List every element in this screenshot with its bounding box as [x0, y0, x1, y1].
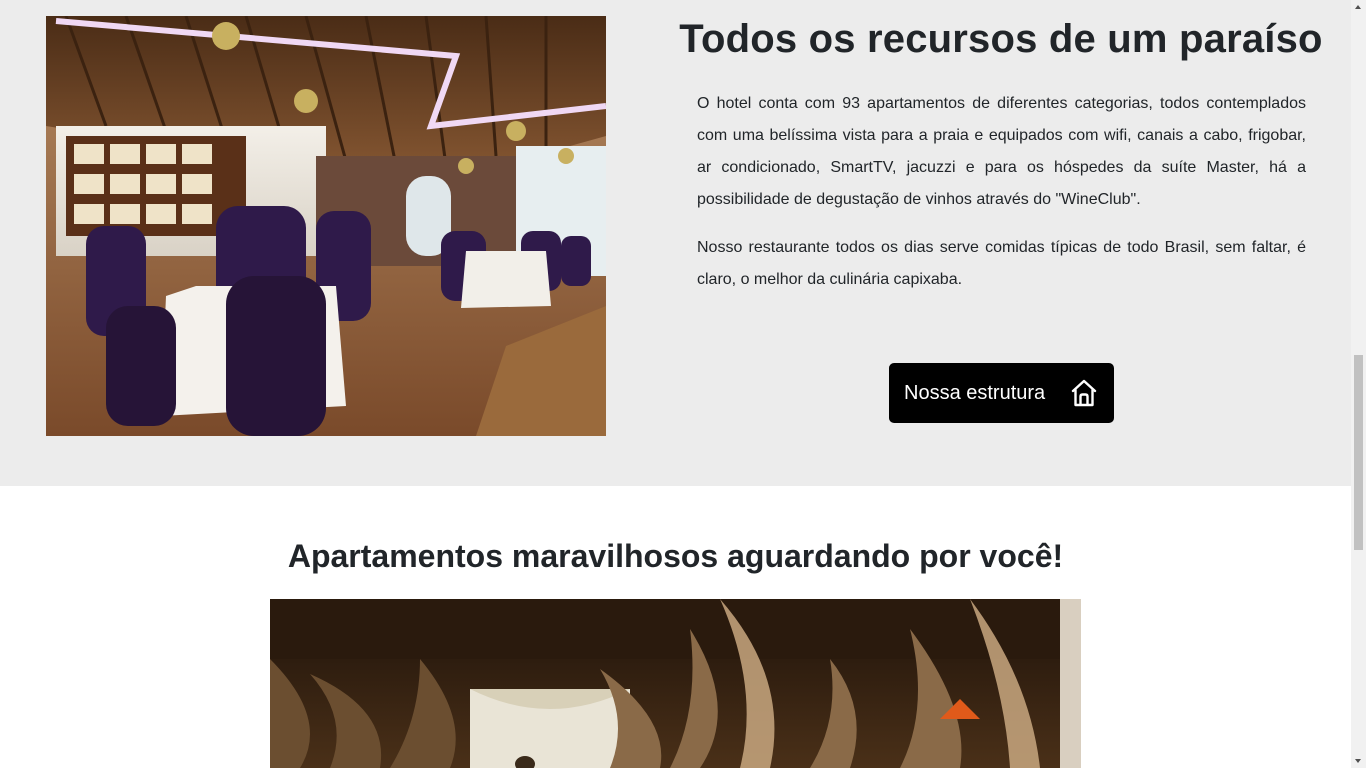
- apartment-image: [270, 599, 1081, 768]
- features-title: Todos os recursos de um paraíso: [679, 17, 1323, 61]
- apartments-section: Apartamentos maravilhosos aguardando por…: [0, 486, 1351, 768]
- features-section: Todos os recursos de um paraíso O hotel …: [0, 0, 1351, 486]
- apartments-title: Apartamentos maravilhosos aguardando por…: [287, 538, 1064, 574]
- vertical-scrollbar[interactable]: [1351, 0, 1366, 768]
- our-structure-button-label: Nossa estrutura: [904, 381, 1046, 404]
- features-description-hotel: O hotel conta com 93 apartamentos de dif…: [697, 95, 1306, 208]
- features-description-restaurant: Nosso restaurante todos os dias serve co…: [697, 239, 1306, 288]
- scroll-down-arrow-icon[interactable]: [1351, 753, 1366, 768]
- home-icon: [1071, 379, 1097, 407]
- restaurant-image: [46, 16, 606, 436]
- scrollbar-thumb[interactable]: [1354, 355, 1363, 550]
- scroll-up-arrow-icon[interactable]: [1351, 0, 1366, 15]
- our-structure-button[interactable]: Nossa estrutura: [889, 363, 1114, 423]
